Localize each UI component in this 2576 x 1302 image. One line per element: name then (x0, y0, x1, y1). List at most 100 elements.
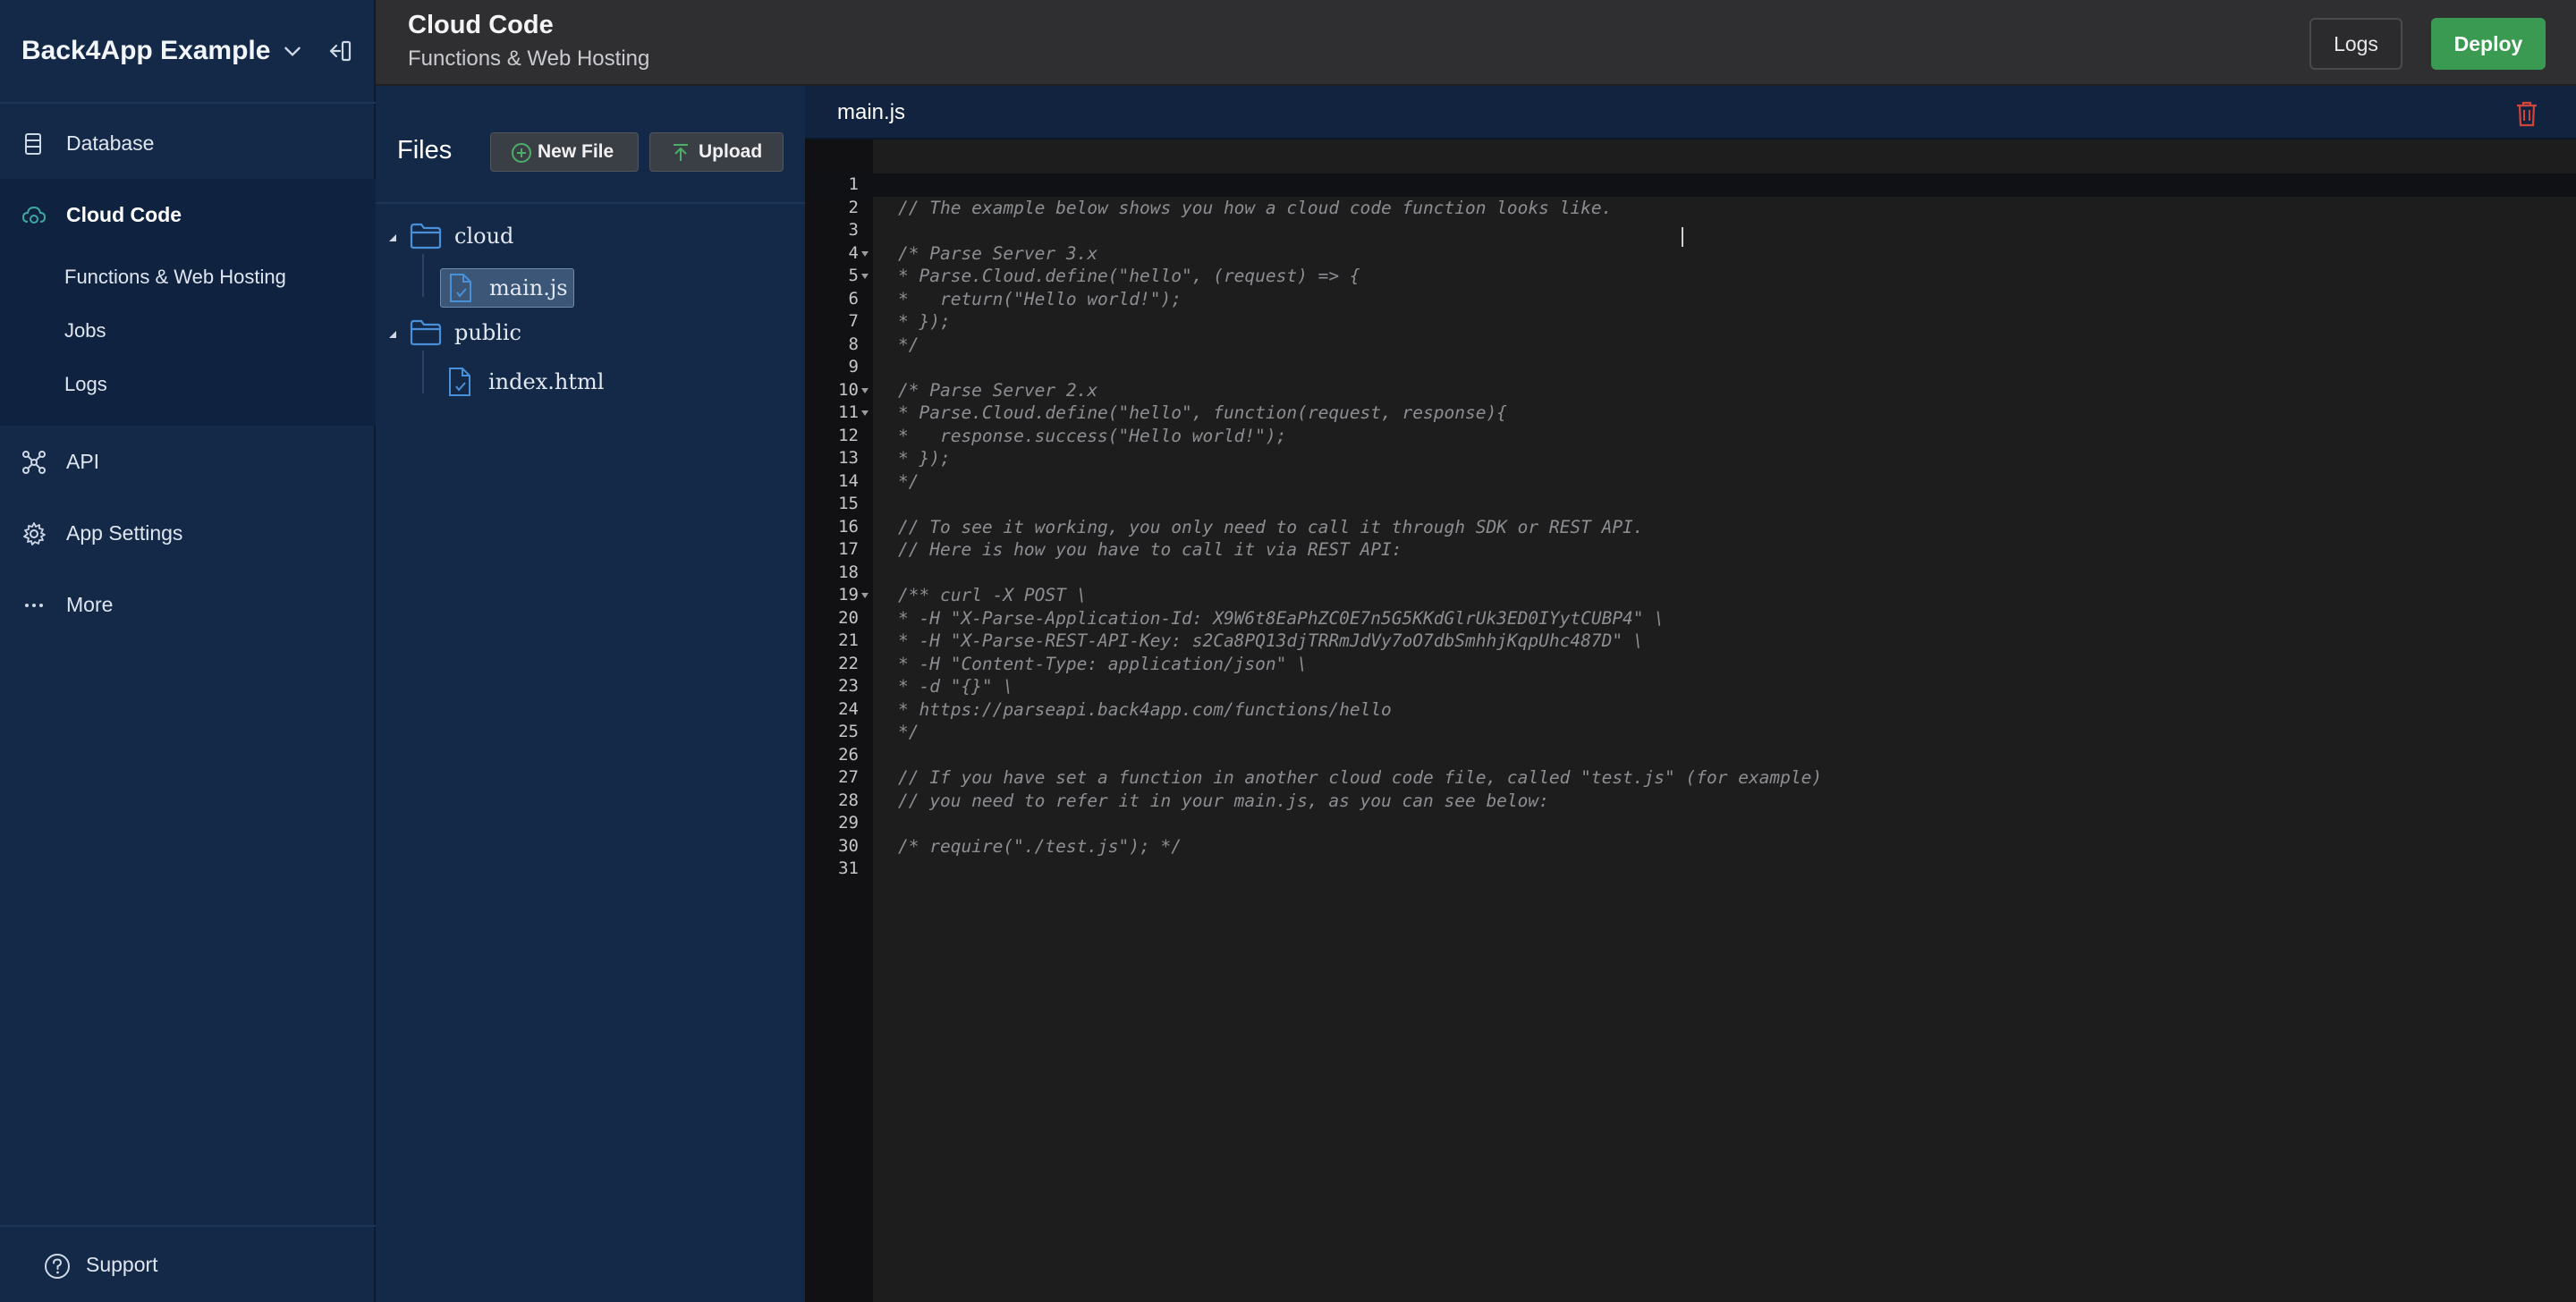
collapse-sidebar-icon[interactable] (326, 38, 352, 64)
line-number: 4 (848, 242, 859, 263)
editor-tab-bar: main.js (805, 86, 2576, 140)
code-line[interactable]: /* require("./test.js"); */ (898, 835, 1182, 858)
support-label: Support (86, 1252, 158, 1276)
trash-icon[interactable] (2515, 100, 2538, 127)
js-file-icon (450, 274, 471, 302)
code-line[interactable]: */ (898, 721, 919, 744)
file-name: index.html (488, 369, 605, 394)
tree-guide-line (422, 254, 424, 297)
line-number: 15 (838, 494, 859, 513)
page-subtitle: Functions & Web Hosting (408, 46, 650, 71)
cloud-code-icon (21, 206, 47, 224)
code-line[interactable]: * -d "{}" \ (898, 675, 1013, 698)
help-circle-icon (45, 1254, 70, 1279)
sidebar-subitem-logs[interactable]: Logs (0, 358, 376, 411)
chevron-down-icon[interactable] (281, 39, 304, 63)
code-line[interactable]: * -H "X-Parse-Application-Id: X9W6t8EaPh… (898, 607, 1665, 630)
sidebar-item-label: App Settings (66, 520, 183, 545)
logs-button[interactable]: Logs (2309, 18, 2402, 70)
text-cursor (1682, 227, 1683, 247)
code-line[interactable]: * -H "Content-Type: application/json" \ (898, 653, 1308, 676)
code-editor: main.js 1 2 // The example below shows you… (805, 86, 2576, 1302)
line-number: 22 (838, 653, 859, 673)
code-line[interactable]: /* Parse Server 2.x (898, 379, 1097, 402)
file-index-html[interactable]: index.html (447, 367, 604, 397)
line-number: 21 (838, 630, 859, 650)
html-file-icon (449, 368, 470, 396)
code-line[interactable]: * }); (898, 447, 951, 470)
folder-name: public (454, 320, 521, 345)
line-number: 16 (838, 516, 859, 537)
folder-expanded-toggle-icon[interactable] (388, 330, 397, 339)
folder-public[interactable]: public (410, 318, 521, 347)
file-main-js[interactable]: main.js (440, 268, 574, 308)
line-number: 13 (838, 448, 859, 468)
line-number: 27 (838, 767, 859, 787)
folder-cloud[interactable]: cloud (410, 222, 513, 250)
line-number: 12 (838, 425, 859, 445)
sidebar-subitem-functions[interactable]: Functions & Web Hosting (0, 250, 376, 304)
new-file-label: New File (538, 141, 614, 162)
sidebar-item-cloud-code[interactable]: Cloud Code (0, 179, 376, 250)
code-line[interactable]: * https://parseapi.back4app.com/function… (898, 698, 1392, 722)
line-number: 6 (848, 288, 859, 309)
sidebar-item-more[interactable]: More (0, 569, 376, 640)
sidebar-item-label: More (66, 592, 114, 616)
new-file-button[interactable]: New File (490, 132, 639, 172)
sidebar-nav: Database Cloud Code Functions & Web Host… (0, 107, 376, 640)
sidebar-item-label: Database (66, 131, 155, 155)
code-line[interactable]: */ (898, 470, 919, 494)
sidebar-item-api[interactable]: API (0, 426, 376, 497)
fold-toggle-icon[interactable] (860, 249, 869, 258)
line-number: 3 (848, 220, 859, 240)
code-line[interactable]: * -H "X-Parse-REST-API-Key: s2Ca8PQ13djT… (898, 630, 1644, 653)
app-header: Back4App Example (0, 0, 376, 104)
fold-toggle-icon[interactable] (860, 386, 869, 395)
code-line[interactable]: // To see it working, you only need to c… (898, 516, 1644, 539)
files-header: Files New File Upload (376, 86, 805, 204)
support-link[interactable]: Support (0, 1225, 376, 1302)
line-number: 7 (848, 311, 859, 331)
code-line[interactable]: // The example below shows you how a clo… (898, 197, 1612, 220)
code-line[interactable]: // you need to refer it in your main.js,… (898, 790, 1549, 813)
sidebar-item-database[interactable]: Database (0, 107, 376, 179)
plus-circle-icon (512, 143, 531, 163)
database-icon (25, 133, 41, 155)
code-line[interactable]: * }); (898, 310, 951, 334)
code-line[interactable]: * response.success("Hello world!"); (898, 425, 1286, 448)
files-panel: Files New File Upload cloud main.js publ… (376, 86, 805, 1302)
sidebar-item-label: API (66, 449, 100, 473)
line-number: 5 (848, 266, 859, 285)
line-number: 24 (838, 698, 859, 719)
app-name[interactable]: Back4App Example (21, 36, 270, 66)
folder-name: cloud (454, 224, 514, 249)
line-number: 25 (838, 722, 859, 741)
code-line[interactable]: /** curl -X POST \ (898, 584, 1087, 607)
line-number: 10 (838, 379, 859, 400)
upload-label: Upload (699, 141, 763, 162)
line-number: 19 (838, 585, 859, 604)
folder-icon (410, 223, 442, 249)
folder-expanded-toggle-icon[interactable] (388, 233, 397, 242)
line-number: 1 (848, 174, 859, 194)
code-line[interactable]: * Parse.Cloud.define("hello", (request) … (898, 265, 1360, 288)
line-number: 31 (838, 858, 859, 878)
upload-button[interactable]: Upload (649, 132, 784, 172)
code-line[interactable]: /* Parse Server 3.x (898, 242, 1097, 266)
code-line[interactable]: * Parse.Cloud.define("hello", function(r… (898, 402, 1507, 425)
sidebar-item-app-settings[interactable]: App Settings (0, 497, 376, 569)
line-number: 11 (838, 402, 859, 422)
code-line[interactable]: // If you have set a function in another… (898, 766, 1822, 790)
page-title: Cloud Code (408, 11, 554, 39)
code-line[interactable]: */ (898, 334, 919, 357)
code-line[interactable]: // Here is how you have to call it via R… (898, 538, 1402, 562)
code-line[interactable]: * return("Hello world!"); (898, 288, 1182, 311)
deploy-button[interactable]: Deploy (2431, 18, 2546, 70)
fold-toggle-icon[interactable] (860, 591, 869, 600)
selected-file-highlight: main.js (440, 268, 574, 308)
more-icon (25, 604, 43, 607)
sidebar-subitem-jobs[interactable]: Jobs (0, 304, 376, 358)
api-icon (22, 451, 46, 474)
fold-toggle-icon[interactable] (860, 272, 869, 281)
fold-toggle-icon[interactable] (860, 409, 869, 418)
